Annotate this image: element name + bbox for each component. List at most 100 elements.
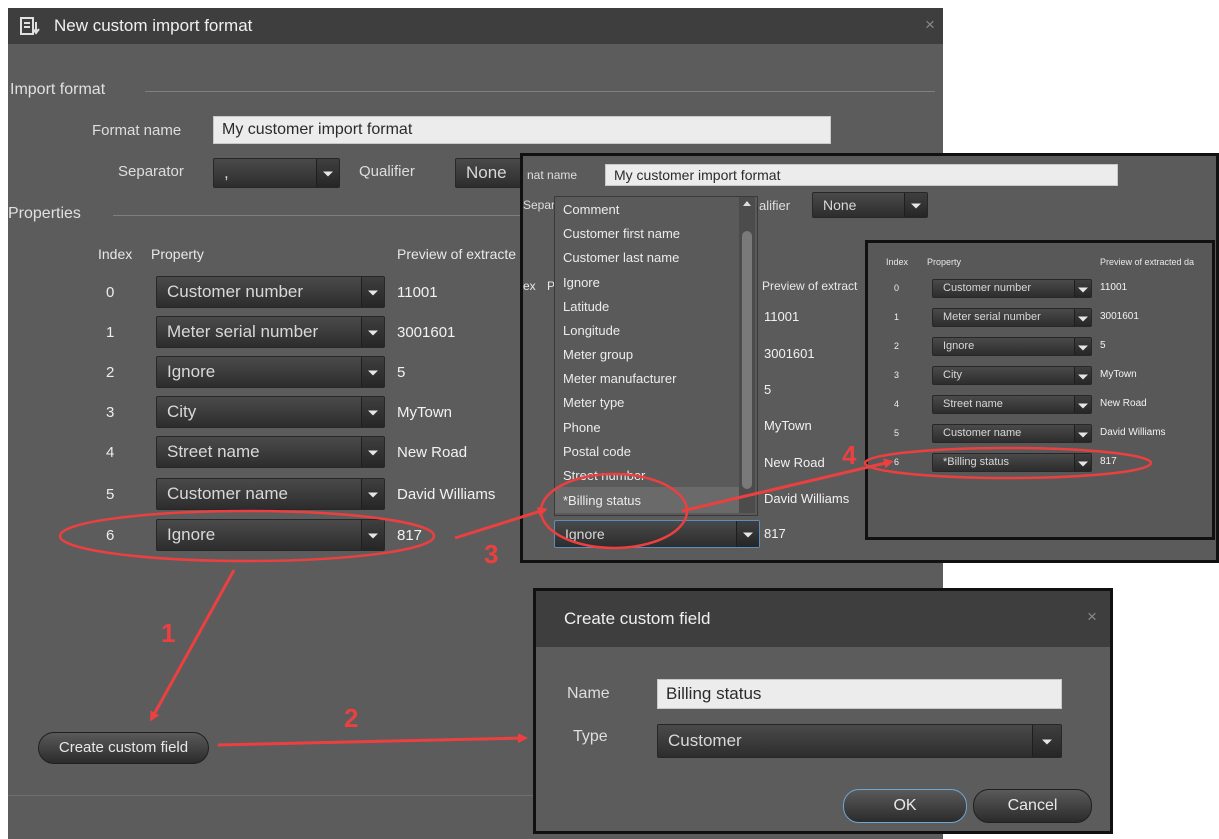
chevron-down-icon[interactable] — [1074, 280, 1091, 297]
preview-value: MyTown — [397, 404, 453, 421]
list-item[interactable]: Meter manufacturer — [563, 371, 676, 386]
chevron-down-icon[interactable] — [361, 317, 384, 347]
import-icon — [20, 17, 40, 35]
scroll-up-icon[interactable] — [743, 201, 751, 206]
chevron-down-icon[interactable] — [316, 159, 339, 187]
qualifier-dropdown[interactable]: None — [812, 192, 928, 218]
table-row: 5 Customer name David Williams — [8, 476, 528, 512]
chevron-down-icon[interactable] — [361, 520, 384, 550]
annotation-step-3: 3 — [484, 539, 499, 569]
column-header-index: Index — [98, 246, 133, 262]
section-import-format: Import format — [10, 81, 106, 98]
property-dropdown[interactable]: Customer number — [156, 276, 385, 308]
list-item[interactable]: Street number — [563, 468, 645, 483]
table-row: 6 *Billing status 817 — [868, 451, 1212, 473]
list-item[interactable]: Customer last name — [563, 250, 679, 265]
chevron-down-icon[interactable] — [361, 397, 384, 427]
chevron-down-icon[interactable] — [1074, 396, 1091, 413]
property-dropdown[interactable]: Ignore — [156, 519, 385, 551]
chevron-down-icon[interactable] — [361, 357, 384, 387]
property-value: Meter serial number — [167, 322, 319, 341]
format-name-input[interactable]: My customer import format — [605, 164, 1118, 186]
property-dropdown[interactable]: City — [156, 396, 385, 428]
property-dropdown[interactable]: Ignore — [156, 356, 385, 388]
list-item-selected[interactable]: *Billing status — [563, 493, 641, 508]
close-icon[interactable]: × — [925, 15, 935, 35]
chevron-down-icon[interactable] — [904, 193, 927, 217]
chevron-down-icon[interactable] — [361, 437, 384, 467]
preview-value: 817 — [1100, 456, 1117, 467]
list-item[interactable]: Comment — [563, 202, 619, 217]
table-row: 3 City MyTown — [868, 364, 1212, 386]
format-name-input[interactable]: My customer import format — [213, 116, 831, 144]
row-index: 3 — [894, 370, 900, 380]
column-header-preview: Preview of extract — [762, 279, 858, 293]
chevron-down-icon[interactable] — [1074, 425, 1091, 442]
row-index: 5 — [894, 428, 900, 438]
table-row: 0 Customer number 11001 — [868, 277, 1212, 299]
property-dropdown[interactable]: Meter serial number — [156, 316, 385, 348]
list-item[interactable]: Ignore — [563, 275, 600, 290]
property-value: City — [167, 402, 197, 421]
property-dropdown[interactable]: Customer number — [932, 279, 1092, 298]
close-icon[interactable]: × — [1087, 607, 1097, 627]
property-value: Customer name — [943, 427, 1022, 439]
column-header-property: Property — [151, 246, 204, 262]
chevron-down-icon[interactable] — [1074, 454, 1091, 471]
preview-value: 5 — [397, 364, 406, 381]
preview-value: 5 — [1100, 340, 1106, 351]
preview-value: New Road — [1100, 398, 1147, 409]
preview-value: 5 — [764, 382, 772, 397]
row-index: 4 — [106, 444, 115, 461]
section-properties: Properties — [8, 205, 81, 222]
qualifier-label: Qualifier — [359, 163, 415, 180]
type-dropdown[interactable]: Customer — [657, 724, 1062, 758]
chevron-down-icon[interactable] — [1032, 725, 1061, 757]
preview-value: MyTown — [1100, 369, 1137, 380]
property-dropdown[interactable]: Ignore — [932, 337, 1092, 356]
chevron-down-icon[interactable] — [1074, 367, 1091, 384]
scrollbar-thumb[interactable] — [742, 231, 752, 489]
column-header-index: ex — [523, 279, 536, 293]
chevron-down-icon[interactable] — [1074, 338, 1091, 355]
property-dropdown[interactable]: Ignore — [554, 520, 760, 548]
scrollbar[interactable] — [739, 197, 755, 513]
chevron-down-icon[interactable] — [361, 277, 384, 307]
chevron-down-icon[interactable] — [361, 479, 384, 509]
property-dropdown[interactable]: *Billing status — [932, 453, 1092, 472]
list-item[interactable]: Meter group — [563, 347, 633, 362]
table-row: 6 Ignore 817 — [8, 517, 528, 553]
list-item[interactable]: Meter type — [563, 395, 624, 410]
format-name-label: Format name — [92, 122, 182, 139]
property-dropdown[interactable]: City — [932, 366, 1092, 385]
property-dropdown[interactable]: Customer name — [932, 424, 1092, 443]
property-value: Customer name — [167, 484, 288, 503]
list-item[interactable]: Postal code — [563, 444, 631, 459]
column-header-index: Index — [886, 257, 909, 267]
property-dropdown[interactable]: Meter serial number — [932, 308, 1092, 327]
list-item[interactable]: Latitude — [563, 299, 609, 314]
ok-button[interactable]: OK — [843, 789, 967, 823]
property-dropdown[interactable]: Street name — [156, 436, 385, 468]
create-custom-field-button[interactable]: Create custom field — [38, 732, 209, 764]
property-dropdown[interactable]: Street name — [932, 395, 1092, 414]
preview-value: 11001 — [1100, 282, 1128, 293]
chevron-down-icon[interactable] — [1074, 309, 1091, 326]
row-index: 3 — [106, 404, 115, 421]
separator-label: Separ — [523, 198, 556, 212]
row-index: 1 — [106, 324, 115, 341]
property-dropdown[interactable]: Customer name — [156, 478, 385, 510]
cancel-button[interactable]: Cancel — [973, 789, 1092, 823]
chevron-down-icon[interactable] — [736, 521, 759, 547]
list-item[interactable]: Phone — [563, 420, 601, 435]
table-row: 5 Customer name David Williams — [868, 422, 1212, 444]
property-dropdown-list[interactable]: Comment Customer first name Customer las… — [554, 196, 758, 516]
list-item[interactable]: Customer first name — [563, 226, 680, 241]
property-value: Meter serial number — [943, 311, 1041, 323]
divider — [113, 215, 523, 216]
list-item[interactable]: Longitude — [563, 323, 620, 338]
row-index: 6 — [106, 527, 115, 544]
qualifier-value: None — [466, 163, 507, 182]
name-input[interactable]: Billing status — [657, 679, 1062, 709]
separator-dropdown[interactable]: , — [213, 158, 340, 188]
